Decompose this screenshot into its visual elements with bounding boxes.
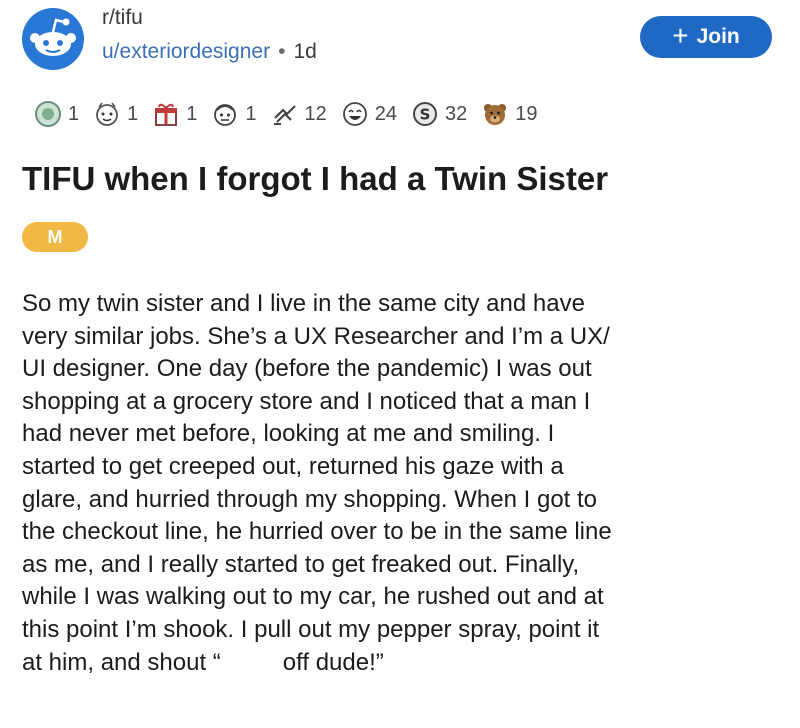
- award-bear[interactable]: 19: [481, 100, 538, 128]
- award-count: 1: [127, 102, 139, 125]
- award-count: 19: [515, 102, 538, 125]
- body-line: started to get creeped out, returned his…: [22, 452, 564, 480]
- body-line: had never met before, looking at me and …: [22, 420, 555, 448]
- award-gift[interactable]: 1: [152, 100, 197, 128]
- award-laughing[interactable]: 24: [341, 100, 397, 128]
- award-silver[interactable]: S 32: [411, 100, 467, 128]
- award-count: 24: [374, 102, 397, 125]
- body-line: this point I’m shook. I pull out my pepp…: [22, 615, 600, 643]
- body-line: glare, and hurried through my shopping. …: [22, 485, 598, 513]
- reddit-snoo-icon: [30, 18, 76, 56]
- awards-bar[interactable]: 1 1 1 1 12 24 S 32 19: [34, 94, 538, 134]
- body-line: while I was walking out to my car, he ru…: [22, 583, 604, 611]
- award-face[interactable]: 1: [211, 100, 257, 128]
- post-title[interactable]: TIFU when I forgot I had a Twin Sister: [22, 160, 782, 198]
- body-line-last: at him, and shout “ off dude!”: [22, 647, 782, 680]
- gift-award-icon: [155, 103, 178, 126]
- body-line: UI designer. One day (before the pandemi…: [22, 355, 592, 383]
- byline-separator: •: [278, 40, 286, 63]
- silver-award-icon: S: [413, 102, 437, 126]
- post-age: 1d: [293, 40, 317, 63]
- body-text-end: off dude!”: [282, 648, 384, 676]
- award-count: 12: [304, 102, 327, 125]
- post-body: So my twin sister and I live in the same…: [22, 288, 782, 679]
- bear-award-icon: [484, 104, 507, 125]
- body-line: very similar jobs. She’s a UX Researcher…: [22, 322, 610, 350]
- post-header: r/tifu u/exteriordesigner • 1d + Join: [0, 0, 800, 80]
- helpful-award-icon: [35, 101, 61, 127]
- byline: u/exteriordesigner • 1d: [102, 40, 317, 64]
- award-helpful[interactable]: 1: [34, 100, 79, 128]
- author-link[interactable]: u/exteriordesigner: [102, 40, 270, 63]
- body-text-start: at him, and shout “: [22, 648, 221, 676]
- face-award-icon: [214, 104, 237, 126]
- laughing-award-icon: [342, 102, 367, 126]
- award-count: 1: [68, 102, 80, 125]
- svg-text:S: S: [420, 106, 431, 124]
- award-hands[interactable]: 12: [271, 100, 327, 128]
- award-count: 32: [445, 102, 468, 125]
- body-line: So my twin sister and I live in the same…: [22, 290, 585, 317]
- plus-icon: +: [672, 19, 689, 51]
- body-line: shopping at a grocery store and I notice…: [22, 387, 591, 415]
- join-button[interactable]: + Join: [640, 16, 772, 58]
- wholesome-award-icon: [96, 102, 119, 126]
- join-label: Join: [696, 25, 740, 48]
- award-wholesome[interactable]: 1: [93, 100, 138, 128]
- subreddit-name[interactable]: r/tifu: [102, 6, 143, 30]
- body-line: as me, and I really started to get freak…: [22, 550, 580, 578]
- body-line: the checkout line, he hurried over to be…: [22, 518, 612, 546]
- subreddit-avatar[interactable]: [22, 8, 84, 70]
- hands-award-icon: [273, 105, 296, 125]
- post-flair[interactable]: M: [22, 222, 88, 252]
- award-count: 1: [245, 102, 257, 125]
- award-count: 1: [186, 102, 198, 125]
